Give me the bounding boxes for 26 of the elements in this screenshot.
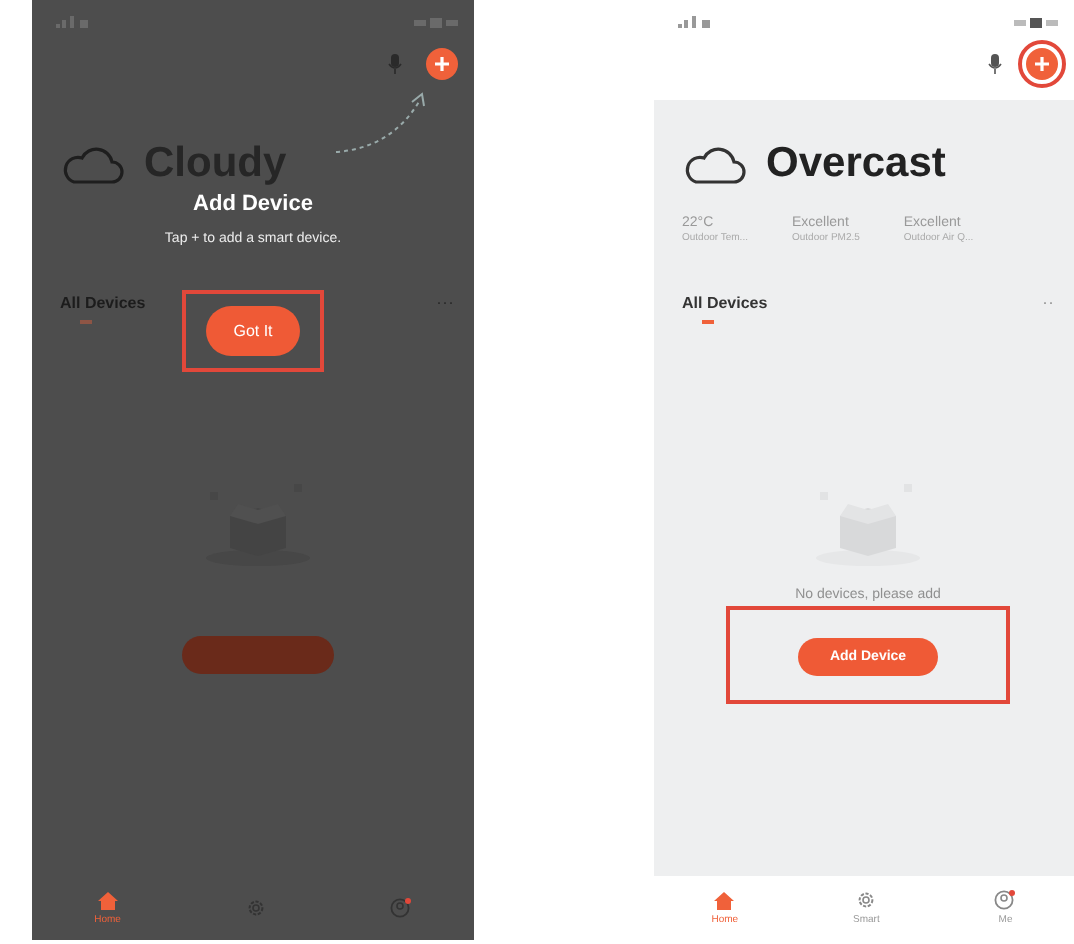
cloud-icon [60, 144, 124, 184]
weather-title: Overcast [766, 140, 946, 188]
gear-icon [856, 890, 877, 910]
section-title: All Devices [682, 293, 768, 311]
signal-icon [56, 16, 92, 28]
got-it-button[interactable]: Got It [205, 306, 301, 356]
plus-icon [434, 56, 450, 72]
home-icon [97, 891, 118, 909]
user-icon [389, 898, 412, 918]
signal-icon [678, 16, 714, 28]
battery-icon [414, 17, 458, 27]
tab-indicator [80, 320, 92, 324]
add-button[interactable] [1026, 48, 1058, 80]
more-button[interactable]: ·· [1042, 292, 1054, 312]
tab-indicator [702, 320, 714, 324]
overlay-title: Add Device [193, 192, 313, 216]
microphone-icon[interactable] [988, 54, 1002, 74]
user-icon [994, 890, 1017, 910]
cloud-icon [682, 144, 746, 184]
add-button[interactable] [426, 48, 458, 80]
plus-icon [1034, 56, 1050, 72]
gear-icon [245, 898, 266, 918]
battery-icon [1014, 17, 1058, 27]
nav-tab[interactable] [389, 898, 412, 918]
home-icon [714, 891, 735, 909]
more-button[interactable]: ··· [436, 292, 454, 312]
